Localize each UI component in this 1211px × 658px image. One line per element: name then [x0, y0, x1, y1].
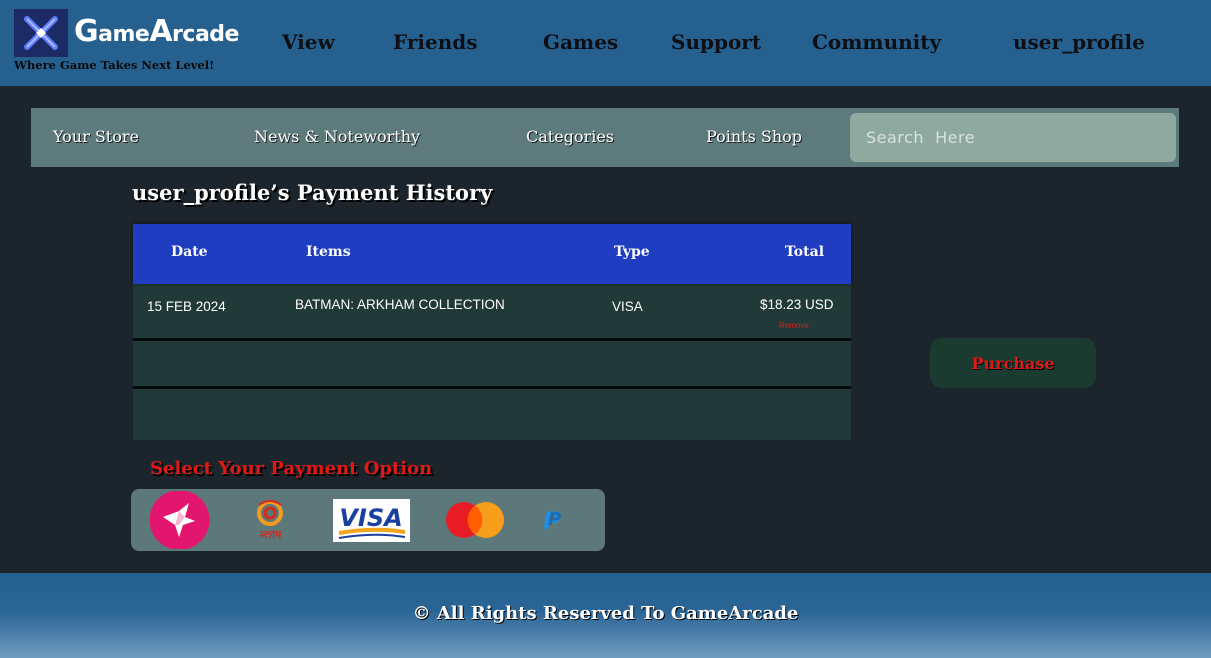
nagad-icon[interactable]: নগদ: [253, 499, 289, 547]
nav-view[interactable]: View: [282, 26, 335, 58]
store-tab-points-shop[interactable]: Points Shop: [706, 124, 802, 150]
brand-initial-a: A: [149, 14, 173, 49]
brand-tagline: Where Game Takes Next Level!: [14, 58, 215, 72]
nav-support[interactable]: Support: [671, 26, 761, 58]
header-items: Items: [306, 244, 351, 260]
header-date: Date: [171, 244, 208, 260]
nav-user-profile[interactable]: user_profile: [1013, 26, 1145, 58]
nav-community[interactable]: Community: [812, 26, 941, 58]
brand-part1: ame: [98, 22, 150, 47]
table-header: Date Items Type Total: [133, 224, 851, 284]
header-type: Type: [614, 244, 650, 260]
nav-games[interactable]: Games: [543, 26, 618, 58]
svg-text:P: P: [548, 509, 561, 530]
page-title: user_profile’s Payment History: [132, 180, 493, 205]
row-type: VISA: [612, 299, 643, 314]
x-logo-icon[interactable]: [14, 9, 68, 57]
row-total: $18.23 USD: [760, 297, 834, 312]
top-header: GameArcade Where Game Takes Next Level! …: [0, 0, 1211, 86]
footer: © All Rights Reserved To GameArcade: [0, 573, 1211, 658]
nagad-label: নগদ: [259, 528, 282, 542]
brand-part2: rcade: [172, 22, 239, 47]
remove-link[interactable]: Remove: [779, 321, 809, 330]
store-navbar: Your Store News & Noteworthy Categories …: [31, 108, 1179, 167]
header-total: Total: [785, 244, 825, 260]
payment-option-title: Select Your Payment Option: [150, 458, 433, 479]
visa-icon[interactable]: VISA: [333, 499, 410, 542]
brand-name[interactable]: GameArcade: [74, 14, 239, 49]
row-item: BATMAN: ARKHAM COLLECTION: [295, 297, 505, 312]
purchase-button[interactable]: Purchase: [930, 338, 1096, 388]
nav-friends[interactable]: Friends: [393, 26, 478, 58]
store-tab-your-store[interactable]: Your Store: [53, 124, 139, 150]
search-input[interactable]: [850, 113, 1176, 162]
row-date: 15 FEB 2024: [147, 299, 226, 314]
row-divider: [133, 338, 851, 341]
payment-history-table: Date Items Type Total 15 FEB 2024 BATMAN…: [133, 224, 851, 440]
row-divider: [133, 386, 851, 389]
bird-icon[interactable]: [149, 490, 210, 550]
paypal-icon[interactable]: P P: [539, 505, 567, 535]
store-tab-categories[interactable]: Categories: [526, 124, 614, 150]
brand-initial-g: G: [74, 14, 99, 49]
payment-options-panel: নগদ VISA P P: [131, 489, 605, 551]
footer-copyright: © All Rights Reserved To GameArcade: [412, 603, 799, 624]
mastercard-icon[interactable]: [444, 501, 506, 539]
store-tab-news[interactable]: News & Noteworthy: [254, 124, 420, 150]
